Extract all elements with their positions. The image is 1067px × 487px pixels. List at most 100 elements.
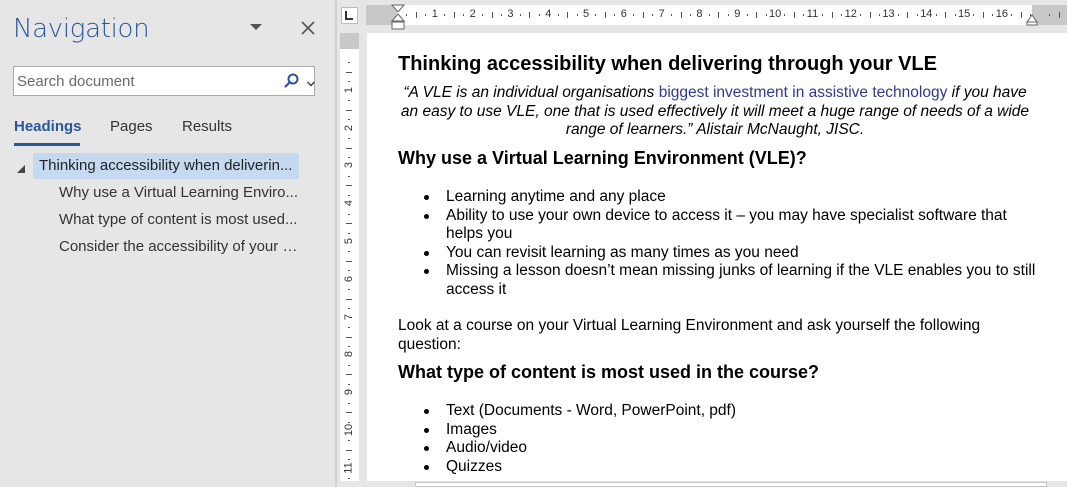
ruler-tick bbox=[500, 14, 502, 16]
ruler-tick bbox=[557, 14, 559, 16]
list-item: Text (Documents - Word, PowerPoint, pdf) bbox=[422, 402, 1037, 421]
ruler-tick bbox=[346, 336, 352, 338]
ruler-tick bbox=[346, 412, 352, 414]
tree-item-heading[interactable]: Why use a Virtual Learning Enviro... bbox=[59, 180, 299, 206]
ruler-tick bbox=[982, 12, 984, 18]
ruler-number: 10 bbox=[769, 8, 782, 20]
ruler-tick bbox=[444, 14, 446, 16]
ruler-tick bbox=[954, 14, 956, 16]
ruler-number: 11 bbox=[806, 8, 819, 20]
ruler-tick bbox=[453, 12, 455, 18]
collapse-triangle-icon[interactable] bbox=[16, 161, 26, 173]
ruler-number: 10 bbox=[343, 423, 356, 437]
ruler-tick bbox=[841, 14, 843, 16]
ruler-tick bbox=[746, 14, 748, 16]
tab-results[interactable]: Results bbox=[182, 118, 232, 135]
ruler-tick bbox=[346, 109, 352, 111]
ruler-tick bbox=[614, 14, 616, 16]
ruler-tick bbox=[708, 14, 710, 16]
search-box bbox=[13, 66, 316, 96]
ruler-margin-top bbox=[340, 33, 359, 49]
ruler-number: 8 bbox=[696, 8, 703, 20]
ruler-tick bbox=[992, 14, 994, 16]
ruler-tick bbox=[463, 14, 465, 16]
ruler-tick bbox=[567, 12, 569, 18]
quote-text: “A VLE is an individual organisations bbox=[403, 84, 659, 101]
ruler-number: 9 bbox=[734, 8, 741, 20]
ruler-tick bbox=[633, 14, 635, 16]
list-item: Audio/video bbox=[422, 439, 1037, 458]
ruler-tick bbox=[652, 14, 654, 16]
navigation-title: Navigation bbox=[13, 14, 150, 44]
ruler-tick bbox=[348, 440, 350, 442]
ruler-tick bbox=[604, 12, 606, 18]
tree-item-label: Consider the accessibility of your r... bbox=[59, 238, 299, 255]
indent-markers[interactable] bbox=[390, 4, 406, 30]
ruler-number: 5 bbox=[583, 8, 590, 20]
ruler-tick bbox=[348, 81, 350, 83]
ruler-number: 6 bbox=[343, 275, 356, 282]
ruler-tick bbox=[1049, 14, 1051, 16]
ruler-tick bbox=[348, 175, 350, 177]
ruler-tick bbox=[945, 12, 947, 18]
ruler-number: 7 bbox=[343, 313, 356, 320]
list-item: Missing a lesson doesn’t mean missing ju… bbox=[422, 262, 1037, 299]
search-input[interactable] bbox=[14, 67, 269, 95]
ruler-tick bbox=[907, 12, 909, 18]
ruler-tick bbox=[784, 14, 786, 16]
ruler-tick bbox=[348, 100, 350, 102]
ruler-tick bbox=[916, 14, 918, 16]
ruler-tick bbox=[878, 14, 880, 16]
pane-options-chevron-icon[interactable] bbox=[249, 22, 265, 34]
ruler-tick bbox=[765, 14, 767, 16]
ruler-tick bbox=[348, 251, 350, 253]
chevron-down-icon[interactable] bbox=[306, 76, 316, 87]
tree-item-label: Thinking accessibility when deliverin... bbox=[39, 157, 293, 174]
ruler-tick bbox=[1020, 12, 1022, 18]
ruler-tick bbox=[935, 14, 937, 16]
document-title: Thinking accessibility when delivering t… bbox=[398, 53, 937, 75]
search-icon[interactable] bbox=[284, 73, 300, 89]
tab-pages[interactable]: Pages bbox=[110, 118, 153, 135]
ruler-tick bbox=[348, 156, 350, 158]
document-page[interactable]: Thinking accessibility when delivering t… bbox=[367, 33, 1067, 487]
ruler-tick bbox=[1011, 14, 1013, 16]
ruler-tick bbox=[346, 298, 352, 300]
ruler-tick bbox=[860, 14, 862, 16]
horizontal-scrollbar-thumb[interactable] bbox=[415, 482, 1047, 487]
tree-item-heading[interactable]: Consider the accessibility of your r... bbox=[59, 234, 299, 260]
ruler-tick bbox=[756, 12, 758, 18]
quote-link[interactable]: biggest investment in assistive technolo… bbox=[659, 84, 948, 101]
ruler-number: 12 bbox=[844, 8, 857, 20]
ruler-tick bbox=[727, 14, 729, 16]
ruler-tick bbox=[348, 119, 350, 121]
ruler-tick bbox=[348, 459, 350, 461]
why-bullet-list: Learning anytime and any place Ability t… bbox=[422, 188, 1037, 299]
body-paragraph: Look at a course on your Virtual Learnin… bbox=[398, 317, 981, 353]
quote-paragraph: “A VLE is an individual organisations bi… bbox=[398, 84, 1032, 140]
ruler-tick bbox=[348, 232, 350, 234]
right-indent-marker[interactable] bbox=[1026, 13, 1038, 26]
ruler-tick bbox=[348, 194, 350, 196]
ruler-tick bbox=[348, 327, 350, 329]
tree-item-heading[interactable]: Thinking accessibility when deliverin... bbox=[33, 153, 299, 179]
list-item: Images bbox=[422, 421, 1037, 440]
ruler-tick bbox=[1058, 12, 1060, 18]
close-icon[interactable] bbox=[298, 18, 318, 38]
ruler-tick bbox=[415, 12, 417, 18]
tab-selector-button[interactable] bbox=[341, 7, 358, 24]
ruler-tick bbox=[491, 12, 493, 18]
ruler-tick bbox=[348, 213, 350, 215]
ruler-number: 11 bbox=[342, 462, 355, 474]
ruler-tick bbox=[642, 12, 644, 18]
ruler-tick bbox=[803, 14, 805, 16]
ruler-number: 2 bbox=[469, 8, 476, 20]
pane-splitter[interactable] bbox=[335, 0, 337, 487]
ruler-number: 4 bbox=[343, 200, 356, 207]
ruler-tick bbox=[348, 364, 350, 366]
tree-item-heading[interactable]: What type of content is most used... bbox=[59, 207, 299, 233]
ruler-tick bbox=[348, 138, 350, 140]
ruler-tick bbox=[973, 14, 975, 16]
ruler-tick bbox=[425, 14, 427, 16]
tab-headings[interactable]: Headings bbox=[14, 118, 82, 135]
